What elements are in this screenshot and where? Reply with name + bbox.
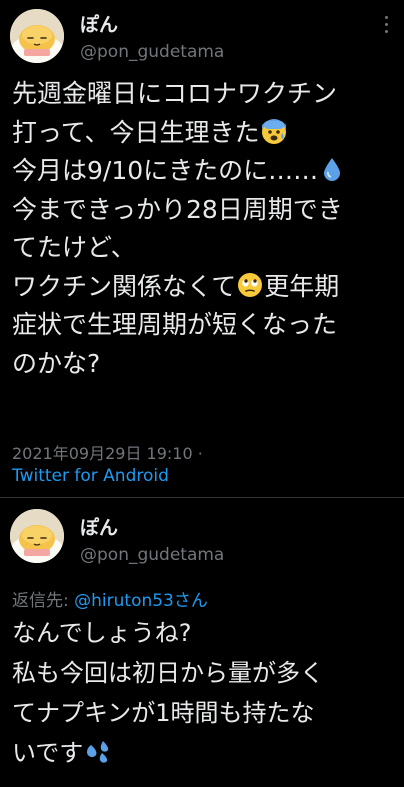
- tweet-reply[interactable]: ぽん @pon_gudetama 返信先: @hiruton53さん なんでしょ…: [0, 498, 404, 787]
- droplet-emoji-icon: [318, 155, 346, 183]
- reply-mention-link[interactable]: @hiruton53さん: [74, 591, 208, 611]
- more-options-icon[interactable]: [376, 12, 396, 40]
- face-with-rolling-eyes-emoji-icon: [236, 271, 264, 299]
- tweet-line: のかな?: [12, 348, 101, 378]
- tweet-line-with-emoji: いです: [12, 733, 400, 773]
- tweet-line: なんでしょうね?: [12, 619, 192, 647]
- display-name[interactable]: ぽん: [80, 513, 118, 540]
- tweet-line: 私も今回は初日から量が多く: [12, 659, 324, 687]
- tweet-line-text: 打って、今日生理きた: [12, 117, 260, 147]
- tweet-line-with-emoji: 今月は9/10にきたのに……: [12, 152, 400, 191]
- tweet-line: 今まできっかり28日周期でき: [12, 194, 343, 224]
- display-name[interactable]: ぽん: [80, 10, 118, 37]
- tweet-line-with-emoji: 打って、今日生理きた: [12, 114, 400, 153]
- sweat-droplets-emoji-icon: [83, 737, 111, 765]
- tweet-line-text: いです: [12, 739, 84, 767]
- tweet-timestamp[interactable]: 2021年09月29日 19:10 ·: [12, 440, 203, 464]
- tweet-line-with-emoji: ワクチン関係なくて 更年期: [12, 268, 400, 307]
- gudetama-avatar-icon: [10, 9, 64, 63]
- anxious-face-emoji-icon: [260, 117, 288, 145]
- tweet-line-text: 今月は9/10にきたのに……: [12, 156, 319, 185]
- tweet-main[interactable]: ぽん @pon_gudetama 先週金曜日にコロナワクチン 打って、今日生理き…: [0, 0, 404, 497]
- handle[interactable]: @pon_gudetama: [80, 42, 224, 62]
- reply-to-label: 返信先:: [12, 591, 75, 611]
- tweet-source-link[interactable]: Twitter for Android: [12, 466, 169, 486]
- avatar[interactable]: [10, 9, 64, 63]
- reply-to-line: 返信先: @hiruton53さん: [12, 586, 208, 611]
- tweet-text: 先週金曜日にコロナワクチン 打って、今日生理きた 今月は9/10にきたのに…… …: [12, 75, 400, 383]
- tweet-line-text: ワクチン関係なくて: [12, 271, 237, 301]
- handle[interactable]: @pon_gudetama: [80, 545, 224, 565]
- tweet-line: てたけど、: [12, 233, 136, 262]
- tweet-text: なんでしょうね? 私も今回は初日から量が多く てナプキンが1時間も持たな いです: [12, 613, 400, 773]
- tweet-line: 先週金曜日にコロナワクチン: [12, 79, 338, 108]
- tweet-line: 症状で生理周期が短くなった: [12, 310, 338, 339]
- gudetama-avatar-icon: [10, 509, 64, 563]
- tweet-line-text: 更年期: [264, 271, 340, 301]
- avatar[interactable]: [10, 509, 64, 563]
- tweet-line: てナプキンが1時間も持たな: [12, 699, 315, 727]
